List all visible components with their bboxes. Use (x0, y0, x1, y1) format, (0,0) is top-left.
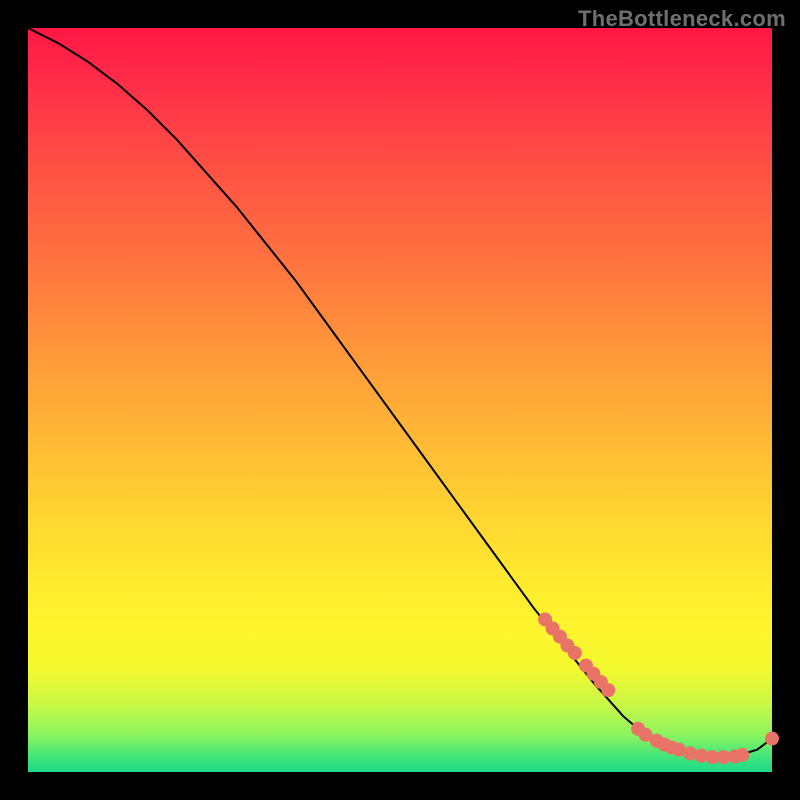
scatter-point (765, 732, 779, 746)
scatter-point (601, 683, 615, 697)
chart-svg (28, 28, 772, 772)
scatter-point (568, 646, 582, 660)
chart-frame: TheBottleneck.com (0, 0, 800, 800)
bottleneck-curve-line (28, 28, 772, 757)
watermark-text: TheBottleneck.com (578, 6, 786, 32)
scatter-point (735, 748, 749, 762)
plot-area (28, 28, 772, 772)
scatter-points-group (538, 612, 779, 764)
